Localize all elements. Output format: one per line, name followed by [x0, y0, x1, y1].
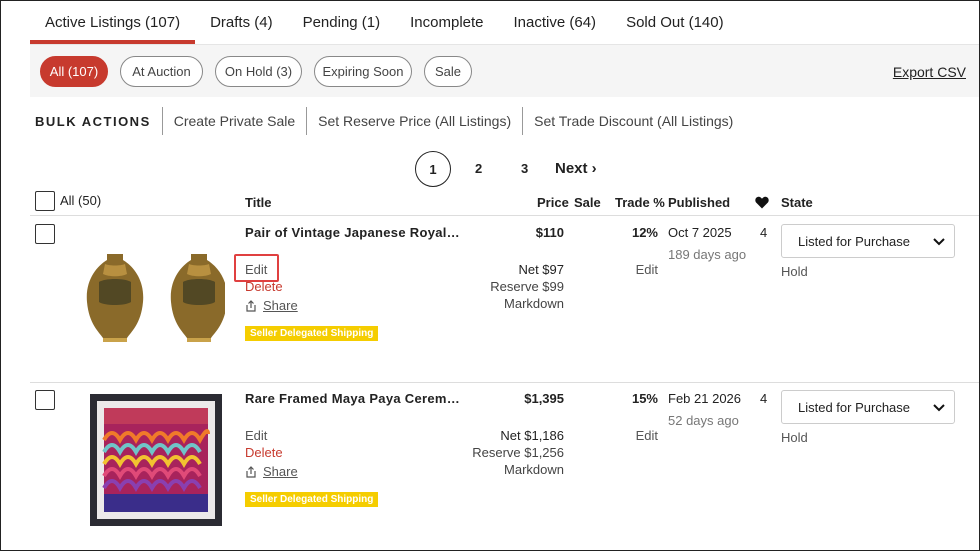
- filter-all[interactable]: All (107): [40, 56, 108, 87]
- hold-link[interactable]: Hold: [781, 430, 808, 445]
- filter-bar: All (107) At Auction On Hold (3) Expirin…: [30, 45, 980, 97]
- row-checkbox[interactable]: [35, 390, 55, 410]
- shipping-badge: Seller Delegated Shipping: [245, 326, 379, 341]
- tab-pending[interactable]: Pending (1): [288, 0, 396, 44]
- set-reserve-price-button[interactable]: Set Reserve Price (All Listings): [306, 107, 522, 135]
- delete-link[interactable]: Delete: [245, 279, 283, 294]
- reserve-value: Reserve $99: [490, 279, 564, 294]
- markdown-label: Markdown: [504, 462, 564, 477]
- hold-link[interactable]: Hold: [781, 264, 808, 279]
- state-select[interactable]: Listed for Purchase: [781, 224, 955, 258]
- trade-header: Trade %: [615, 195, 665, 210]
- price-header: Price: [537, 195, 569, 210]
- tab-sold-out[interactable]: Sold Out (140): [611, 0, 739, 44]
- tab-incomplete[interactable]: Incomplete: [395, 0, 498, 44]
- likes-count: 4: [760, 225, 768, 240]
- state-select-value: Listed for Purchase: [798, 233, 911, 249]
- page-2-button[interactable]: 2: [475, 161, 482, 176]
- bulk-actions-bar: BULK ACTIONS Create Private Sale Set Res…: [30, 104, 744, 138]
- likes-count: 4: [760, 391, 768, 406]
- next-page-button[interactable]: Next ›: [555, 160, 597, 177]
- net-value: Net $97: [518, 262, 564, 277]
- published-ago: 52 days ago: [668, 413, 739, 428]
- trade-percent: 15%: [631, 391, 658, 406]
- share-icon: [246, 299, 256, 312]
- published-ago: 189 days ago: [668, 247, 747, 262]
- filter-at-auction[interactable]: At Auction: [120, 56, 203, 87]
- header-divider: [30, 215, 980, 216]
- published-date: Oct 7 2025: [668, 225, 732, 240]
- published-header: Published: [668, 195, 731, 210]
- tab-drafts[interactable]: Drafts (4): [195, 0, 288, 44]
- set-trade-discount-button[interactable]: Set Trade Discount (All Listings): [522, 107, 744, 135]
- create-private-sale-button[interactable]: Create Private Sale: [161, 107, 306, 135]
- select-all-checkbox[interactable]: [35, 191, 55, 211]
- trade-percent: 12%: [631, 225, 658, 240]
- listing-title[interactable]: Pair of Vintage Japanese Royal…: [245, 225, 460, 240]
- markdown-label: Markdown: [504, 296, 564, 311]
- shipping-badge: Seller Delegated Shipping: [245, 492, 379, 507]
- state-header: State: [781, 195, 813, 210]
- delete-link[interactable]: Delete: [245, 445, 283, 460]
- share-link[interactable]: Share: [245, 298, 298, 313]
- tab-inactive[interactable]: Inactive (64): [499, 0, 612, 44]
- sale-header: Sale: [574, 195, 601, 210]
- trade-edit-link[interactable]: Edit: [636, 262, 658, 277]
- row-divider: [30, 382, 980, 383]
- chevron-down-icon: [933, 238, 945, 246]
- price-value: $1,395: [524, 391, 564, 406]
- published-date: Feb 21 2026: [668, 391, 742, 406]
- chevron-down-icon: [933, 404, 945, 412]
- edit-link[interactable]: Edit: [245, 428, 267, 443]
- tab-active-listings[interactable]: Active Listings (107): [30, 0, 196, 44]
- reserve-value: Reserve $1,256: [472, 445, 564, 460]
- trade-edit-link[interactable]: Edit: [636, 428, 658, 443]
- listing-tabs: Active Listings (107) Drafts (4) Pending…: [30, 0, 739, 44]
- listing-title[interactable]: Rare Framed Maya Paya Cerem…: [245, 391, 460, 406]
- price-value: $110: [535, 225, 564, 240]
- export-csv-link[interactable]: Export CSV: [893, 64, 966, 80]
- share-icon: [246, 465, 256, 478]
- page-3-button[interactable]: 3: [521, 161, 528, 176]
- listing-thumbnail[interactable]: [85, 252, 225, 344]
- net-value: Net $1,186: [500, 428, 564, 443]
- share-link[interactable]: Share: [245, 464, 298, 479]
- bulk-actions-title: BULK ACTIONS: [35, 113, 151, 129]
- share-label: Share: [263, 464, 298, 479]
- select-all-label: All (50): [60, 193, 102, 208]
- title-header: Title: [245, 195, 272, 210]
- listing-thumbnail[interactable]: [90, 394, 222, 526]
- filter-on-hold[interactable]: On Hold (3): [215, 56, 302, 87]
- state-select[interactable]: Listed for Purchase: [781, 390, 955, 424]
- share-label: Share: [263, 298, 298, 313]
- page-1-button[interactable]: 1: [415, 151, 451, 187]
- row-checkbox[interactable]: [35, 224, 55, 244]
- filter-expiring-soon[interactable]: Expiring Soon: [314, 56, 412, 87]
- filter-sale[interactable]: Sale: [424, 56, 472, 87]
- edit-link[interactable]: Edit: [245, 262, 267, 277]
- heart-icon: [755, 196, 769, 212]
- state-select-value: Listed for Purchase: [798, 399, 911, 415]
